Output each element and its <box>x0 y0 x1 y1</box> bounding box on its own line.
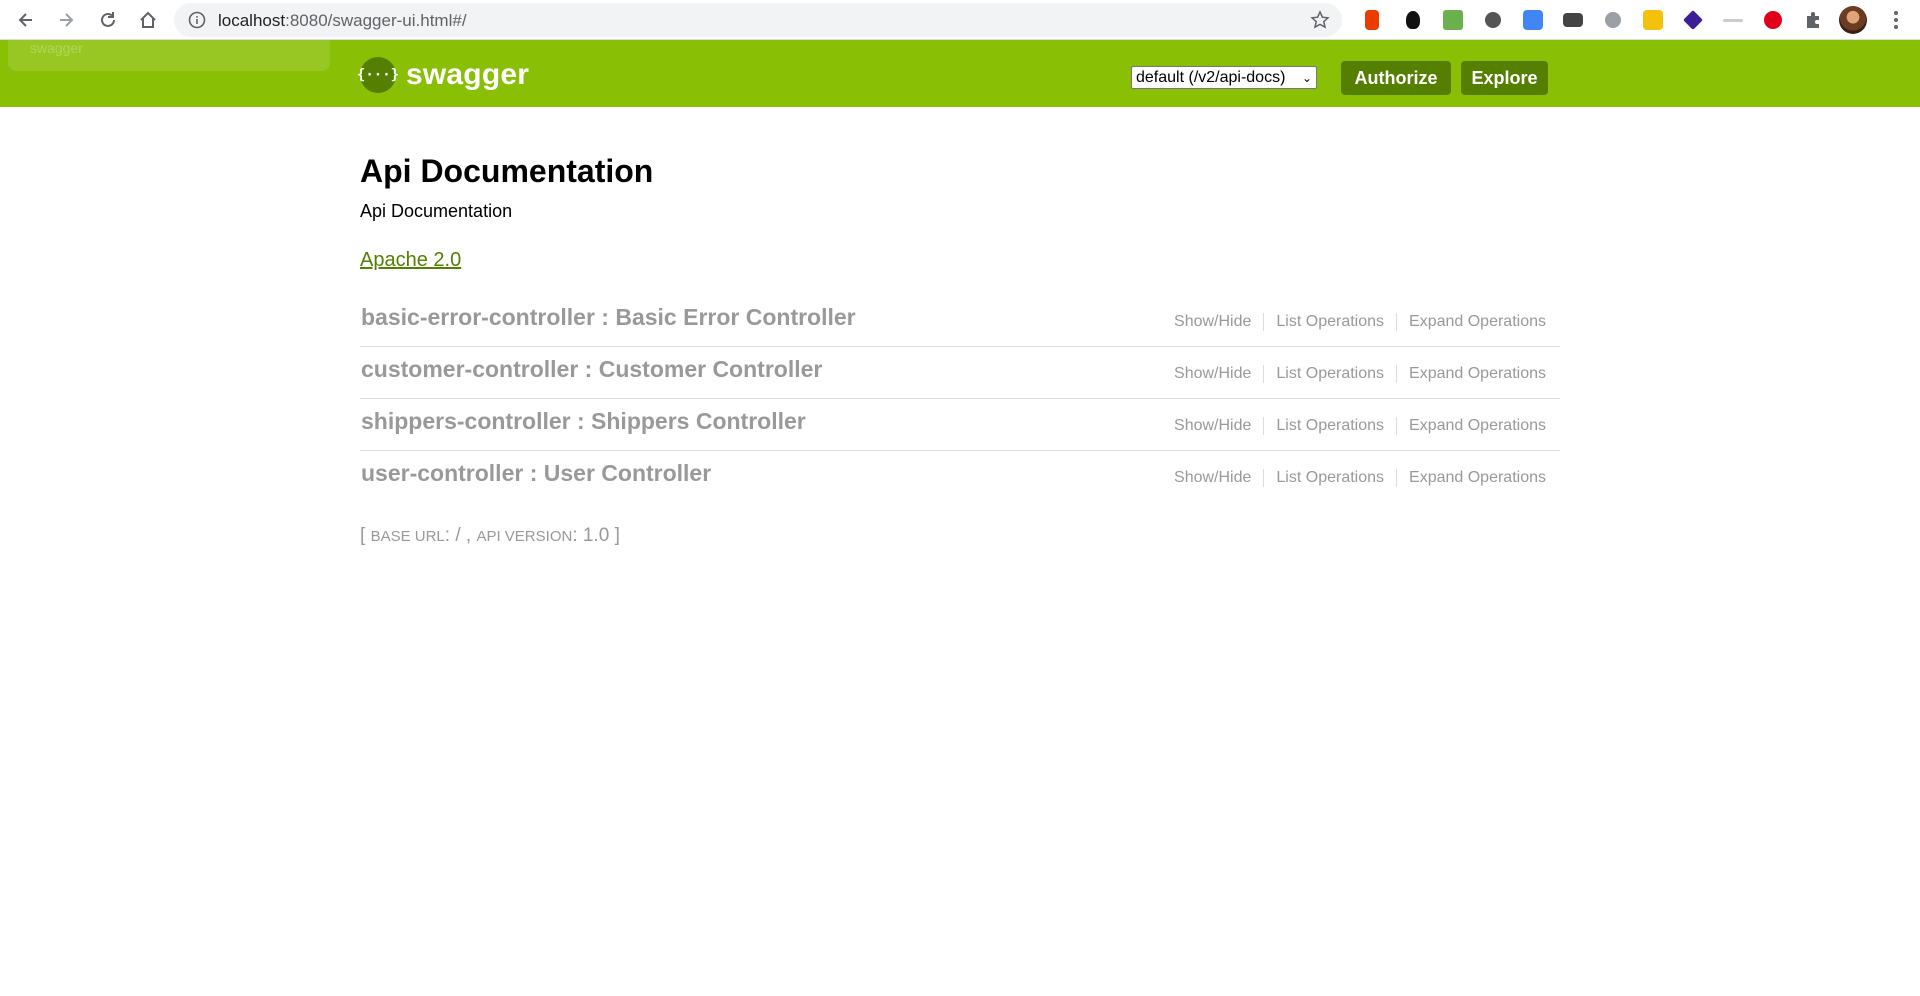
gnome-extension-icon[interactable] <box>1401 8 1425 32</box>
footer-close-bracket: ] <box>614 525 620 546</box>
resource-operations: Show/Hide List Operations Expand Operati… <box>1162 417 1546 435</box>
page-title: Api Documentation <box>360 153 654 189</box>
diamond-extension-icon[interactable] <box>1681 8 1705 32</box>
list-operations-link[interactable]: List Operations <box>1263 313 1396 331</box>
notes-extension-icon[interactable] <box>1641 8 1665 32</box>
api-select-value: default (/v2/api-docs) <box>1136 68 1286 86</box>
download-helper-extension-icon[interactable] <box>1441 8 1465 32</box>
bookmark-star-icon[interactable] <box>1310 10 1330 30</box>
resource-shippers-controller: shippers-controller : Shippers Controlle… <box>360 399 1560 451</box>
base-url-label: Base URL <box>370 528 445 545</box>
api-version-value: : 1.0 <box>572 525 610 546</box>
license-link[interactable]: Apache 2.0 <box>360 249 461 272</box>
glasses-extension-icon[interactable] <box>1561 8 1585 32</box>
ghost-tab-title: swagger <box>30 40 83 56</box>
extensions-puzzle-icon[interactable] <box>1801 8 1825 32</box>
resource-title[interactable]: basic-error-controller : Basic Error Con… <box>361 304 856 331</box>
info-icon[interactable] <box>188 11 206 29</box>
reload-icon <box>101 12 115 27</box>
footer-open-bracket: [ <box>360 525 366 546</box>
arrow-right-icon <box>60 13 74 27</box>
opera-extension-icon[interactable] <box>1761 8 1785 32</box>
base-url-value: : / , <box>444 525 472 546</box>
home-icon <box>140 11 156 28</box>
url-text: localhost:8080/swagger-ui.html#/ <box>218 11 467 30</box>
ghost-tab-preview: swagger <box>8 40 330 71</box>
resource-title[interactable]: user-controller : User Controller <box>361 460 711 487</box>
api-description: Api Documentation <box>360 201 513 221</box>
expand-operations-link[interactable]: Expand Operations <box>1396 417 1546 435</box>
resource-title[interactable]: customer-controller : Customer Controlle… <box>361 356 822 383</box>
authorize-button[interactable]: Authorize <box>1341 61 1451 95</box>
swagger-logo[interactable]: {···} swagger <box>357 57 530 93</box>
swagger-logo-icon: {···} <box>357 57 399 93</box>
forward-button[interactable] <box>50 4 82 36</box>
translate-extension-icon[interactable] <box>1521 8 1545 32</box>
show-hide-link[interactable]: Show/Hide <box>1162 313 1263 331</box>
resource-operations: Show/Hide List Operations Expand Operati… <box>1162 313 1546 331</box>
resource-customer-controller: customer-controller : Customer Controlle… <box>360 347 1560 399</box>
profile-avatar[interactable] <box>1839 6 1867 34</box>
api-version-label: Api Version <box>476 528 573 545</box>
browser-menu-icon[interactable] <box>1884 8 1908 32</box>
reload-button[interactable] <box>92 4 124 36</box>
address-bar[interactable]: localhost:8080/swagger-ui.html#/ <box>174 3 1342 37</box>
browser-toolbar: localhost:8080/swagger-ui.html#/ <box>0 0 1920 40</box>
api-definition-select[interactable]: default (/v2/api-docs) ⌄ <box>1131 66 1317 89</box>
expand-operations-link[interactable]: Expand Operations <box>1396 365 1546 383</box>
swagger-logo-text: swagger <box>406 58 530 91</box>
hexagon-extension-icon[interactable] <box>1601 8 1625 32</box>
resource-operations: Show/Hide List Operations Expand Operati… <box>1162 469 1546 487</box>
explore-button[interactable]: Explore <box>1461 61 1548 95</box>
resource-basic-error-controller: basic-error-controller : Basic Error Con… <box>360 295 1560 347</box>
show-hide-link[interactable]: Show/Hide <box>1162 365 1263 383</box>
home-button[interactable] <box>132 4 164 36</box>
resource-title[interactable]: shippers-controller : Shippers Controlle… <box>361 408 806 435</box>
resource-operations: Show/Hide List Operations Expand Operati… <box>1162 365 1546 383</box>
arrow-left-icon <box>18 13 32 27</box>
circle-extension-icon[interactable] <box>1481 8 1505 32</box>
show-hide-link[interactable]: Show/Hide <box>1162 417 1263 435</box>
dash-extension-icon[interactable] <box>1721 8 1745 32</box>
chevron-down-icon: ⌄ <box>1301 70 1312 85</box>
expand-operations-link[interactable]: Expand Operations <box>1396 469 1546 487</box>
office-extension-icon[interactable] <box>1360 8 1384 32</box>
expand-operations-link[interactable]: Expand Operations <box>1396 313 1546 331</box>
api-info-footer: [ Base URL: / , Api Version: 1.0 ] <box>360 525 620 547</box>
list-operations-link[interactable]: List Operations <box>1263 417 1396 435</box>
list-operations-link[interactable]: List Operations <box>1263 469 1396 487</box>
resource-user-controller: user-controller : User Controller Show/H… <box>360 451 1560 503</box>
back-button[interactable] <box>10 4 42 36</box>
resource-list: basic-error-controller : Basic Error Con… <box>360 295 1560 503</box>
swagger-header: swagger {···} swagger default (/v2/api-d… <box>0 40 1920 107</box>
list-operations-link[interactable]: List Operations <box>1263 365 1396 383</box>
show-hide-link[interactable]: Show/Hide <box>1162 469 1263 487</box>
